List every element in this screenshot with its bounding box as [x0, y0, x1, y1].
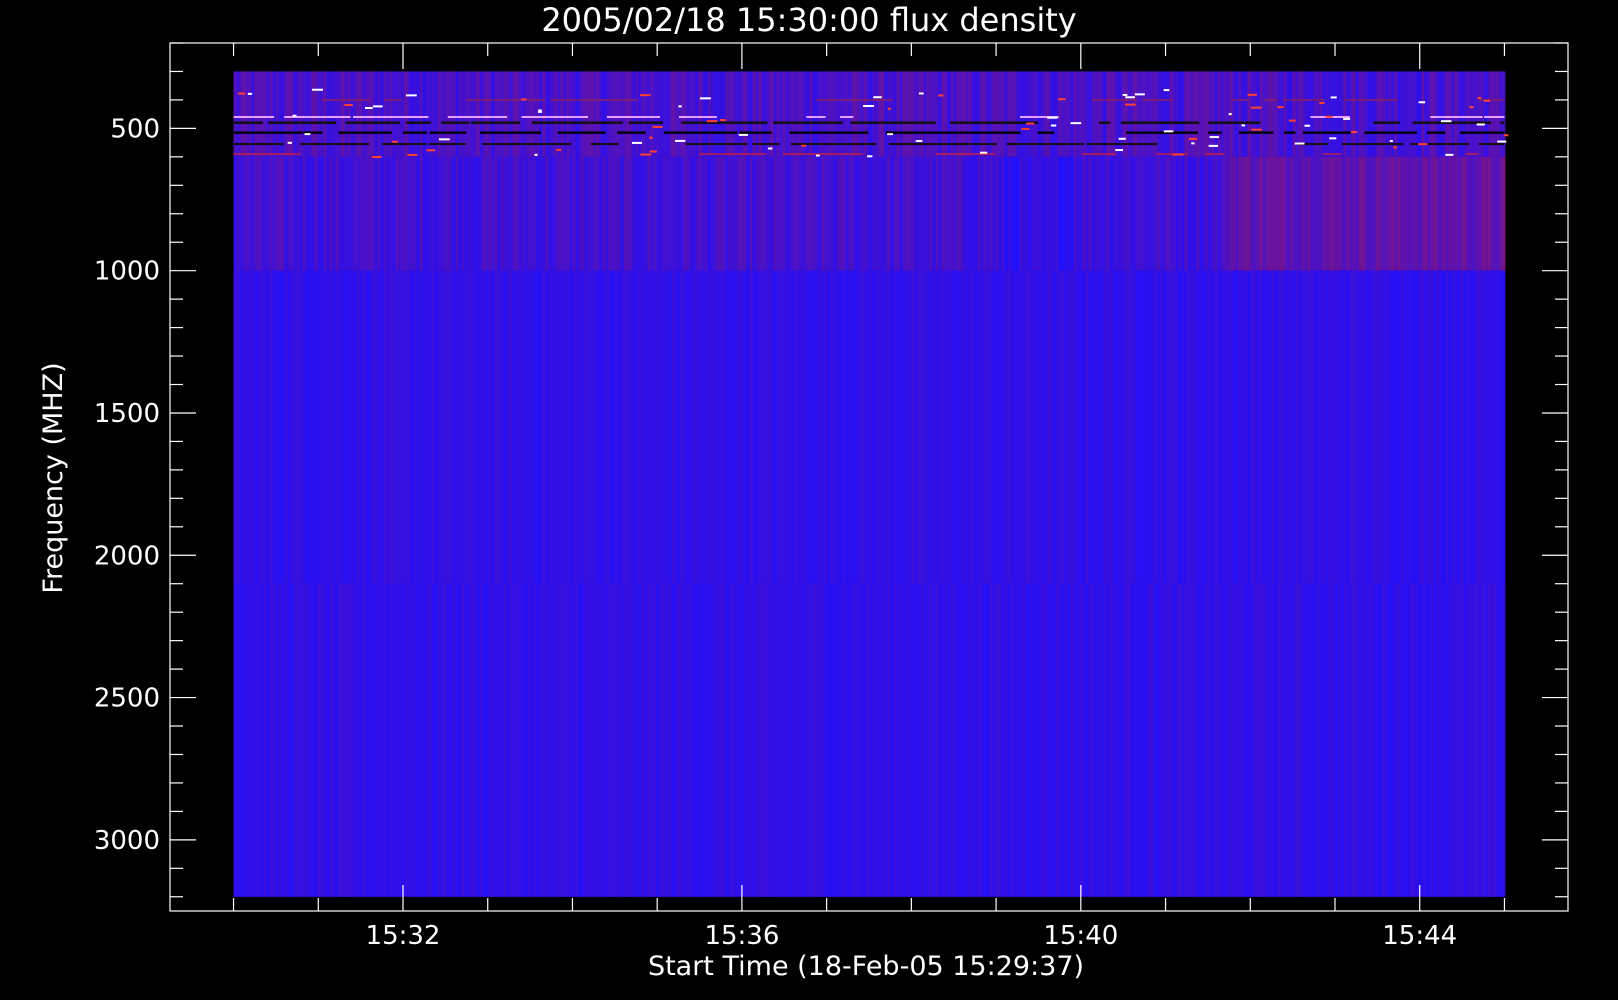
y-axis-label: Frequency (MHZ) — [38, 362, 69, 593]
y-tick-label: 500 — [110, 114, 160, 144]
spectrogram-band — [233, 270, 1506, 584]
y-tick-label: 1000 — [94, 257, 160, 287]
spectrogram-image — [233, 71, 1509, 897]
y-tick-label: 1500 — [94, 399, 160, 429]
x-axis-label: Start Time (18-Feb-05 15:29:37) — [648, 951, 1084, 982]
spectrogram-band — [233, 583, 1506, 897]
x-tick-label: 15:32 — [366, 921, 441, 951]
x-tick-label: 15:44 — [1382, 921, 1457, 951]
y-tick-label: 2000 — [94, 541, 160, 571]
spectrogram-band — [233, 156, 1506, 271]
y-tick-label: 3000 — [94, 826, 160, 856]
y-tick-label: 2500 — [94, 684, 160, 714]
spectrogram-chart: 2005/02/18 15:30:00 flux density 15:32 15… — [0, 0, 1618, 1000]
x-tick-label: 15:40 — [1043, 921, 1118, 951]
x-tick-label: 15:36 — [704, 921, 779, 951]
chart-title: 2005/02/18 15:30:00 flux density — [541, 1, 1076, 39]
